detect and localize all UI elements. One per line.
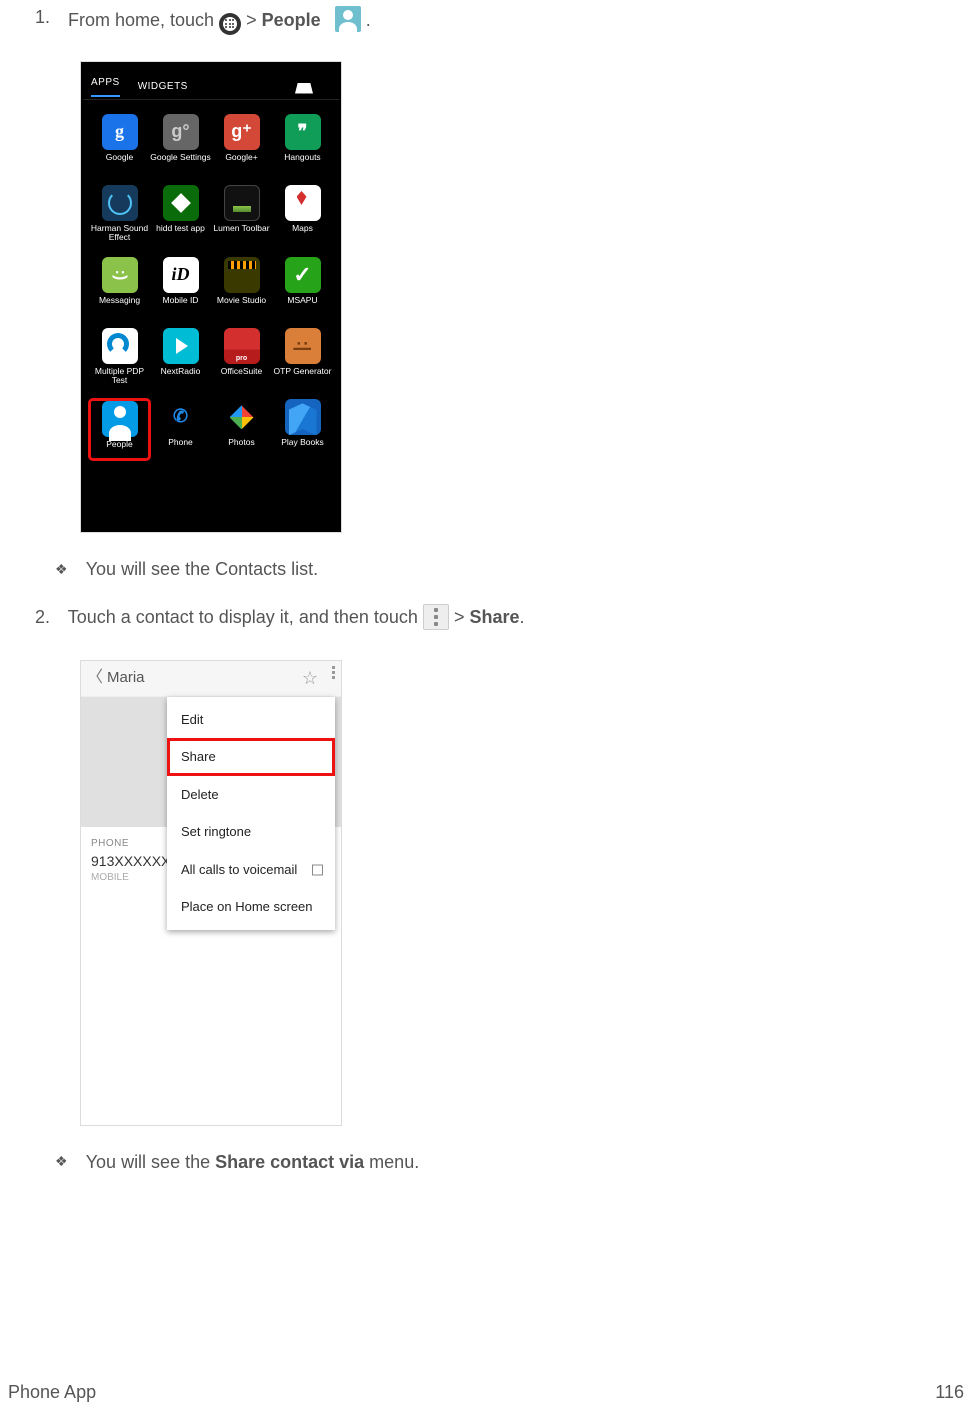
people-icon [335,6,361,32]
app-maps[interactable]: Maps [272,185,333,243]
apps-icon [219,3,241,35]
app-mobile-id[interactable]: iDMobile ID [150,257,211,314]
note-2: ❖ You will see the Share contact via men… [55,1150,972,1174]
app-people[interactable]: People [89,399,150,460]
menu-voicemail[interactable]: All calls to voicemail [167,851,335,889]
note-1: ❖ You will see the Contacts list. [55,557,972,581]
overflow-menu: Edit Share Delete Set ringtone All calls… [167,697,335,930]
app-hangouts[interactable]: ❞Hangouts [272,114,333,171]
overflow-icon[interactable] [332,666,335,690]
menu-edit[interactable]: Edit [167,701,335,739]
app-google-settings[interactable]: g°Google Settings [150,114,211,171]
step-1-post: . [366,10,371,30]
app-google[interactable]: gGoogle [89,114,150,171]
tab-widgets[interactable]: WIDGETS [138,80,188,94]
screenshot-contact-menu: 〈 Maria ☆ PHONE 913XXXXXXX MOBILE Edit S… [80,660,342,1126]
tab-apps[interactable]: APPS [91,76,120,98]
app-play-books[interactable]: Play Books [272,399,333,460]
bullet-icon: ❖ [55,1152,81,1171]
step-2-bold: Share [469,607,519,627]
step-1: 1. From home, touch > People . [35,5,972,37]
app-lumen[interactable]: Lumen Toolbar [211,185,272,243]
step-1-pre: From home, touch [68,10,219,30]
contact-name: Maria [107,668,145,688]
step-1-bold: People [262,10,321,30]
menu-delete[interactable]: Delete [167,776,335,814]
app-harman[interactable]: Harman Sound Effect [89,185,150,243]
menu-set-ringtone[interactable]: Set ringtone [167,813,335,851]
step-2: 2. Touch a contact to display it, and th… [35,605,972,631]
app-mpdp[interactable]: Multiple PDP Test [89,328,150,386]
apps-tabs: APPS WIDGETS [83,74,339,100]
app-otp[interactable]: OTP Generator [272,328,333,386]
play-store-icon[interactable] [295,80,313,94]
step-1-number: 1. [35,5,63,29]
contact-header: 〈 Maria ☆ [81,661,341,697]
overflow-menu-icon [423,604,449,630]
back-icon[interactable]: 〈 [87,667,103,689]
app-photos[interactable]: Photos [211,399,272,460]
app-msapu[interactable]: MSAPU [272,257,333,314]
step-2-number: 2. [35,605,63,629]
app-messaging[interactable]: Messaging [89,257,150,314]
app-phone[interactable]: Phone [150,399,211,460]
step-1-sep: > [246,10,262,30]
app-movie-studio[interactable]: Movie Studio [211,257,272,314]
footer-page-number: 116 [935,1380,964,1404]
star-icon[interactable]: ☆ [302,666,318,690]
checkbox-icon[interactable] [312,864,323,875]
step-2-post: . [519,607,524,627]
app-nextradio[interactable]: NextRadio [150,328,211,386]
step-1-text: From home, touch > People . [68,10,371,30]
note-2-text: You will see the Share contact via menu. [86,1152,420,1172]
app-officesuite[interactable]: OfficeSuite [211,328,272,386]
app-hidd[interactable]: hidd test app [150,185,211,243]
step-2-text: Touch a contact to display it, and then … [68,607,525,627]
footer-title: Phone App [8,1380,96,1404]
note-1-text: You will see the Contacts list. [86,559,318,579]
step-2-pre: Touch a contact to display it, and then … [68,607,423,627]
bullet-icon: ❖ [55,560,81,579]
screenshot-apps: APPS WIDGETS gGoogle g°Google Settings g… [80,61,342,533]
menu-home-screen[interactable]: Place on Home screen [167,888,335,926]
step-2-sep: > [454,607,470,627]
menu-share[interactable]: Share [167,738,335,776]
page-footer: Phone App 116 [0,1380,972,1404]
app-google-plus[interactable]: g⁺Google+ [211,114,272,171]
